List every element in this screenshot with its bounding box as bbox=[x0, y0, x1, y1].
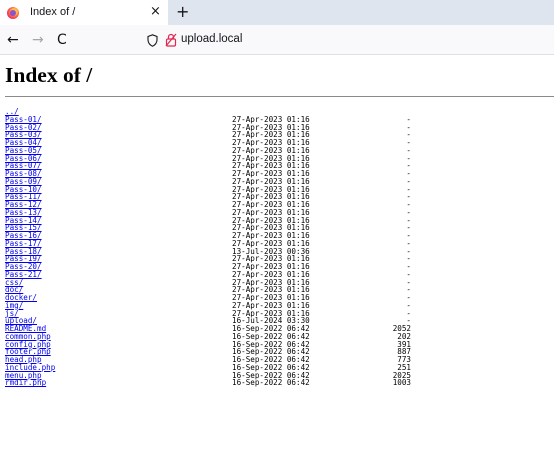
tab-title: Index of / bbox=[30, 6, 76, 18]
file-size: - bbox=[406, 138, 411, 147]
nav-bar: ← → C upload.local bbox=[0, 25, 554, 55]
file-size: - bbox=[406, 231, 411, 240]
back-button[interactable]: ← bbox=[7, 31, 19, 49]
file-size: - bbox=[406, 153, 411, 163]
new-tab-button[interactable]: + bbox=[176, 2, 189, 22]
file-size: - bbox=[406, 169, 411, 178]
file-size: - bbox=[406, 223, 411, 233]
url-bar-text[interactable]: upload.local bbox=[181, 33, 242, 45]
file-size: - bbox=[406, 269, 411, 279]
firefox-icon bbox=[7, 7, 19, 19]
file-size: - bbox=[406, 176, 411, 186]
file-size: - bbox=[406, 114, 411, 124]
file-size: - bbox=[406, 122, 411, 132]
file-size: - bbox=[406, 277, 411, 287]
forward-button[interactable]: → bbox=[32, 31, 44, 49]
tab-close-icon[interactable]: × bbox=[150, 4, 161, 20]
file-size: - bbox=[406, 130, 411, 140]
page-content: Index of / ../ Pass-01/27-Apr-2023 01:16… bbox=[0, 56, 554, 460]
file-size: 1003 bbox=[392, 378, 411, 388]
file-size: - bbox=[406, 238, 411, 248]
file-size: - bbox=[406, 161, 411, 171]
file-size: - bbox=[406, 262, 411, 271]
tab-strip: Index of / × + bbox=[0, 0, 554, 25]
tab-index[interactable]: Index of / × bbox=[0, 0, 168, 25]
file-size: - bbox=[406, 200, 411, 209]
file-size: - bbox=[406, 254, 411, 264]
file-size: - bbox=[406, 308, 411, 318]
file-size: - bbox=[406, 145, 411, 155]
file-link[interactable]: rmdir.php bbox=[5, 379, 46, 387]
file-size: - bbox=[406, 300, 411, 310]
shield-icon[interactable] bbox=[147, 34, 158, 47]
file-size: - bbox=[406, 207, 411, 217]
file-size: - bbox=[406, 293, 411, 302]
file-size: - bbox=[406, 246, 411, 256]
reload-button[interactable]: C bbox=[57, 31, 67, 49]
file-size: - bbox=[406, 285, 411, 295]
insecure-lock-icon[interactable] bbox=[165, 33, 177, 47]
page-title: Index of / bbox=[5, 63, 93, 87]
divider bbox=[5, 96, 554, 97]
file-date: 16-Sep-2022 06:42 bbox=[232, 378, 310, 388]
file-size: - bbox=[406, 184, 411, 194]
file-size: - bbox=[406, 192, 411, 202]
file-size: - bbox=[406, 215, 411, 225]
